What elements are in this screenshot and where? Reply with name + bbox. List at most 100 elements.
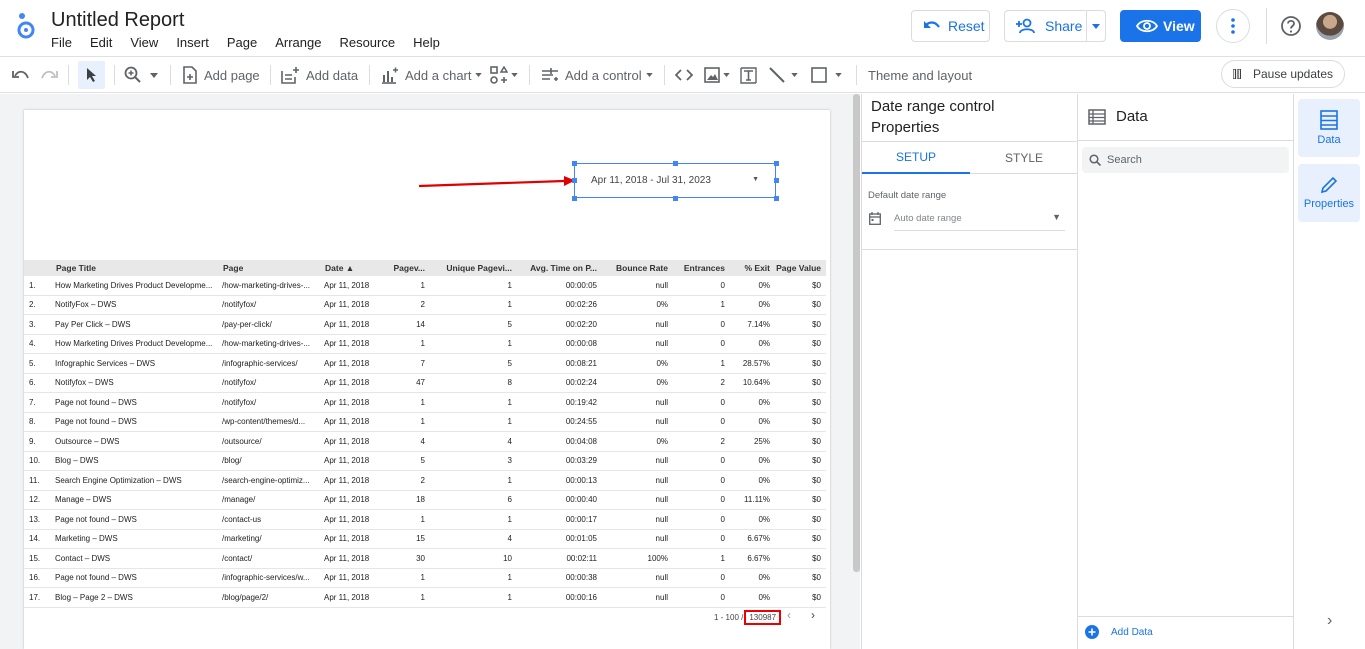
shape-button[interactable] [811,57,842,93]
view-button[interactable]: View [1120,10,1201,42]
table-cell: 00:04:08 [565,436,597,446]
table-row[interactable]: 15. Contact – DWS/contact/Apr 11, 2018 30 1… [24,549,826,569]
date-range-control[interactable]: Apr 11, 2018 - Jul 31, 2023 ▼ [574,163,776,198]
canvas-scrollbar[interactable] [853,94,860,572]
undo-icon [924,21,940,28]
menu-help[interactable]: Help [413,35,440,50]
rail-data-button[interactable]: Data [1298,99,1360,157]
header-unique-pageviews[interactable]: Unique Pagevi... [428,263,515,273]
menu-view[interactable]: View [130,35,158,50]
table-row[interactable]: 16. Page not found – DWS/infographic-serv… [24,569,826,588]
more-options-button[interactable] [1216,9,1250,43]
table-row[interactable]: 2. NotifyFox – DWS/notifyfox/Apr 11, 2018… [24,296,826,315]
menu-page[interactable]: Page [227,35,257,50]
header-page-value[interactable]: Page Value [773,263,826,273]
header-date[interactable]: Date ▲ [321,263,386,273]
data-search-input[interactable]: Search [1082,147,1289,173]
text-button[interactable] [740,57,757,93]
table-cell: 00:08:21 [565,358,597,368]
resize-handle[interactable] [673,196,678,201]
table-cell: 0% [758,300,770,310]
share-button[interactable]: Share [1005,11,1088,41]
zoom-button[interactable] [124,57,158,93]
report-title[interactable]: Untitled Report [51,9,184,32]
table-cell: 1 [420,417,425,427]
table-row[interactable]: 5. Infographic Services – DWS/infographic… [24,354,826,374]
menu-edit[interactable]: Edit [90,35,112,50]
reset-button[interactable]: Reset [911,10,990,42]
table-row[interactable]: 4. How Marketing Drives Product Developme… [24,335,826,354]
table-cell: 16. [29,573,41,583]
resize-handle[interactable] [774,196,779,201]
menu-file[interactable]: File [51,35,72,50]
chevron-right-icon[interactable]: › [1327,612,1332,630]
table-cell: 30 [416,553,425,563]
table-row[interactable]: 1. How Marketing Drives Product Developme… [24,276,826,296]
prev-page-icon[interactable]: ‹ [787,608,791,622]
table-cell: 0% [758,417,770,427]
resize-handle[interactable] [572,196,577,201]
pause-updates-button[interactable]: Pause updates [1221,60,1345,88]
undo-button[interactable] [12,57,30,93]
table-row[interactable]: 6. Notifyfox – DWS/notifyfox/Apr 11, 2018… [24,374,826,393]
add-page-button[interactable]: Add page [182,57,260,93]
table-cell: 00:03:29 [565,456,597,466]
resize-handle[interactable] [572,178,577,183]
table-row[interactable]: 11. Search Engine Optimization – DWS/sear… [24,471,826,491]
theme-layout-button[interactable]: Theme and layout [868,57,972,93]
header-page[interactable]: Page [219,263,321,273]
default-date-range-select[interactable]: Auto date range ▼ [894,207,1065,231]
redo-button[interactable] [40,57,58,93]
table-cell: /manage/ [222,495,256,505]
table-row[interactable]: 8. Page not found – DWS/wp-content/themes… [24,413,826,432]
line-button[interactable] [769,57,798,93]
table-cell: Apr 11, 2018 [324,417,370,427]
table-row[interactable]: 9. Outsource – DWS/outsource/Apr 11, 2018… [24,432,826,452]
table-row[interactable]: 3. Pay Per Click – DWS/pay-per-click/Apr … [24,315,826,335]
tab-setup[interactable]: SETUP [862,142,970,174]
data-table[interactable]: Page Title Page Date ▲ Pagev... Unique P… [24,260,826,608]
table-cell: 28.57% [742,358,770,368]
help-icon[interactable] [1280,15,1302,37]
table-cell: /contact/ [222,553,253,563]
header-bounce-rate[interactable]: Bounce Rate [600,263,671,273]
table-row[interactable]: 13. Page not found – DWS/contact-us Apr 11… [24,510,826,530]
table-cell: 15 [416,534,425,544]
add-chart-button[interactable]: Add a chart [381,57,482,93]
menu-arrange[interactable]: Arrange [275,35,321,50]
tab-style[interactable]: STYLE [970,142,1078,174]
looker-studio-logo-icon[interactable] [14,10,38,40]
table-row[interactable]: 10. Blog – DWS/blog/Apr 11, 2018 5 3 00:03:2… [24,452,826,471]
add-data-button[interactable]: Add data [281,57,358,93]
table-header: Page Title Page Date ▲ Pagev... Unique P… [24,260,826,276]
next-page-icon[interactable]: › [811,608,815,622]
image-button[interactable] [704,57,730,93]
add-control-button[interactable]: Add a control [541,57,653,93]
menu-resource[interactable]: Resource [339,35,395,50]
table-row[interactable]: 17. Blog – Page 2 – DWS/blog/page/2/Apr 1… [24,588,826,608]
table-row[interactable]: 14. Marketing – DWS/marketing/Apr 11, 201… [24,530,826,549]
menu-insert[interactable]: Insert [176,35,209,50]
divider [1078,616,1294,617]
table-cell: 9. [29,436,36,446]
table-row[interactable]: 7. Page not found – DWS/notifyfox/Apr 11,… [24,393,826,413]
add-data-link[interactable]: Add Data [1085,625,1153,639]
share-options-dropdown[interactable] [1087,23,1105,29]
resize-handle[interactable] [774,161,779,166]
header-page-title[interactable]: Page Title [52,263,219,273]
header-entrances[interactable]: Entrances [671,263,728,273]
table-cell: 10.64% [742,378,770,388]
user-avatar[interactable] [1316,12,1344,40]
select-tool[interactable] [78,61,105,89]
header-exit[interactable]: % Exit [728,263,773,273]
table-cell: 13. [29,514,41,524]
embed-code-button[interactable] [675,57,693,93]
rail-properties-button[interactable]: Properties [1298,164,1360,222]
table-row[interactable]: 12. Manage – DWS/manage/Apr 11, 2018 18 6 00… [24,491,826,510]
community-viz-button[interactable] [490,57,518,93]
resize-handle[interactable] [673,161,678,166]
resize-handle[interactable] [774,178,779,183]
header-avg-time[interactable]: Avg. Time on P... [515,263,600,273]
resize-handle[interactable] [572,161,577,166]
header-pageviews[interactable]: Pagev... [386,263,428,273]
